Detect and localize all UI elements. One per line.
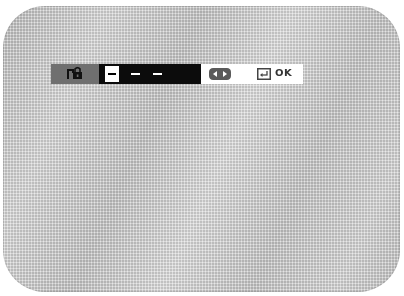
pin-entry-bar: OK (51, 64, 303, 84)
control-hints: OK (201, 64, 303, 84)
pin-digit-3[interactable] (149, 66, 165, 82)
pin-digit-2-placeholder (130, 73, 140, 75)
pin-digit-1-active[interactable] (105, 66, 119, 82)
ok-label: OK (275, 68, 293, 79)
pin-digit-1-placeholder (108, 73, 116, 75)
tv-screen: OK (3, 6, 400, 292)
lock-icon (66, 65, 84, 84)
enter-key-icon (257, 68, 271, 80)
left-right-arrows-icon (209, 68, 231, 80)
pin-digit-3-placeholder (152, 73, 162, 75)
pin-digit-2[interactable] (127, 66, 143, 82)
pin-code-field[interactable] (99, 64, 201, 84)
lock-segment (51, 64, 99, 84)
